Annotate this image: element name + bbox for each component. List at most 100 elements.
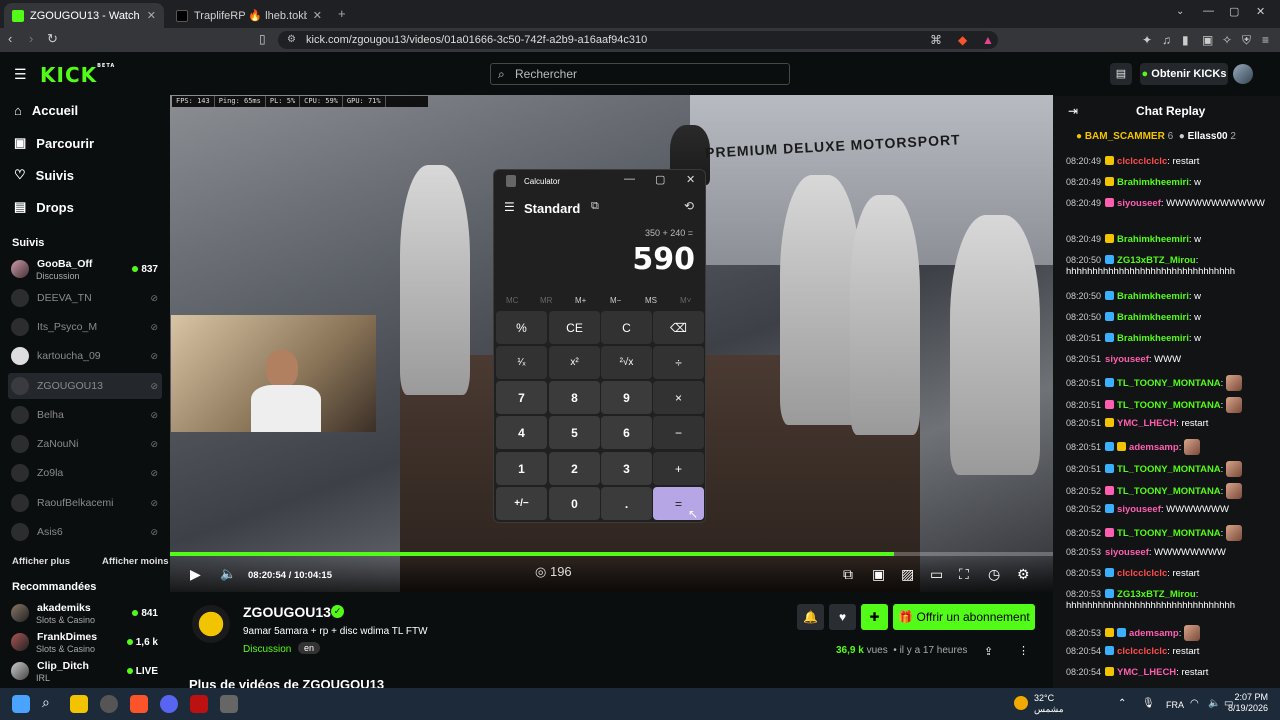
digit-1-key[interactable]: 1 (496, 452, 547, 485)
digit-7-key[interactable]: 7 (496, 381, 547, 414)
memory-add-button[interactable]: M+ (575, 296, 586, 305)
square-key[interactable]: x² (549, 346, 600, 379)
search-icon[interactable]: ⌕ (42, 694, 60, 712)
collapse-chat-icon[interactable]: ⇥ (1068, 104, 1078, 118)
theater-mode-icon[interactable]: ▭ (930, 566, 943, 583)
file-explorer-icon[interactable] (70, 695, 88, 713)
user-avatar[interactable] (1233, 64, 1253, 84)
backspace-key[interactable]: ⌫ (653, 311, 704, 344)
percent-key[interactable]: % (496, 311, 547, 344)
digit-2-key[interactable]: 2 (549, 452, 600, 485)
maximize-icon[interactable]: ▢ (1229, 5, 1239, 18)
followed-channel[interactable]: Zo9la ⊘ (8, 460, 162, 486)
square-root-key[interactable]: ²√x (601, 346, 652, 379)
followed-channel[interactable]: Asis6 ⊘ (8, 519, 162, 545)
decimal-key[interactable]: . (601, 487, 652, 520)
subscribe-button[interactable]: 🎁 Offrir un abonnement (893, 604, 1035, 630)
sidebar-item-accueil[interactable]: ⌂ Accueil (14, 103, 78, 118)
new-tab-button[interactable]: + (338, 6, 346, 21)
show-more-link[interactable]: Afficher plus (12, 556, 70, 567)
miniplayer-icon[interactable]: ⧉ (843, 566, 853, 583)
sidebar-item-suivis[interactable]: ♡ Suivis (14, 167, 74, 183)
language-tag[interactable]: en (298, 642, 321, 654)
clear-key[interactable]: C (601, 311, 652, 344)
search-input[interactable]: ⌕ Rechercher (490, 63, 790, 85)
translate-icon[interactable]: ⌘ (930, 33, 942, 47)
forward-icon[interactable]: › (29, 31, 33, 46)
clip-icon[interactable]: ▣ (872, 566, 885, 583)
library-icon[interactable]: ▤ (1110, 63, 1132, 85)
back-icon[interactable]: ‹ (8, 31, 12, 46)
tray-chevron-icon[interactable]: ⌃ (1118, 698, 1126, 709)
gift-sub-icon[interactable]: ✚ (861, 604, 888, 630)
show-less-link[interactable]: Afficher moins (102, 556, 169, 567)
extensions-icon[interactable]: ✦ (1142, 33, 1152, 47)
brave-icon[interactable] (130, 695, 148, 713)
memory-list-button[interactable]: M˅ (680, 296, 691, 305)
followed-channel[interactable]: kartoucha_09 ⊘ (8, 343, 162, 369)
reciprocal-key[interactable]: ¹⁄ₓ (496, 346, 547, 379)
calculator-window[interactable]: Calculator — ▢ ✕ ☰ Standard ⧉ ⟲ 350 + 24… (493, 169, 706, 523)
wallet-icon[interactable]: ▣ (1202, 33, 1213, 47)
hamburger-menu-icon[interactable]: ☰ (504, 200, 515, 214)
divide-key[interactable]: ÷ (653, 346, 704, 379)
weather-widget[interactable]: 32°C مشمس (1034, 693, 1064, 715)
share-icon[interactable]: ⇪ (984, 645, 993, 658)
category-link[interactable]: Discussion (243, 644, 291, 655)
tab-traplife[interactable]: TraplifeRP 🔥 lheb.tokbrisa #fivem #r ✕ (168, 3, 330, 28)
recommended-channel[interactable]: FrankDimes Slots & Casino 1,6 k (8, 629, 162, 655)
kick-logo[interactable]: KICKBETA (40, 63, 115, 87)
clear-entry-key[interactable]: CE (549, 311, 600, 344)
leo-icon[interactable]: ✧ (1222, 33, 1232, 47)
tab-search-icon[interactable]: ⌄ (1176, 6, 1184, 17)
screenshot-icon[interactable]: ▨ (901, 566, 914, 583)
vpn-icon[interactable]: ⛨ (1242, 33, 1251, 48)
add-key[interactable]: + (653, 452, 704, 485)
minimize-icon[interactable]: — (624, 173, 635, 185)
memory-clear-button[interactable]: MC (506, 296, 518, 305)
input-language[interactable]: FRA (1166, 700, 1184, 710)
digit-4-key[interactable]: 4 (496, 416, 547, 449)
hamburger-menu-icon[interactable]: ☰ (14, 66, 27, 83)
play-icon[interactable]: ▶ (190, 566, 201, 583)
channel-name[interactable]: ZGOUGOU13 (243, 604, 331, 620)
calculator-taskbar-icon[interactable] (220, 695, 238, 713)
followed-channel[interactable]: RaoufBelkacemi ⊘ (8, 490, 162, 516)
speed-icon[interactable]: ◷ (988, 566, 1000, 583)
chrome-icon[interactable] (100, 695, 118, 713)
multiply-key[interactable]: × (653, 381, 704, 414)
minimize-icon[interactable]: — (1203, 5, 1214, 17)
sidebar-item-parcourir[interactable]: ▣ Parcourir (14, 135, 94, 151)
brave-rewards-icon[interactable]: ▲ (982, 33, 994, 47)
subtract-key[interactable]: − (653, 416, 704, 449)
sidebar-item-drops[interactable]: ▤ Drops (14, 199, 74, 215)
menu-icon[interactable]: ≡ (1262, 33, 1269, 47)
system-clock[interactable]: 2:07 PM 8/19/2026 (1228, 692, 1268, 714)
recommended-channel[interactable]: Clip_Ditch IRL LIVE (8, 658, 162, 684)
followed-channel[interactable]: Its_Psyco_M ⊘ (8, 314, 162, 340)
followed-channel[interactable]: GooBa_Off Discussion 837 (8, 256, 162, 282)
negate-key[interactable]: +/− (496, 487, 547, 520)
brave-shields-icon[interactable]: ◆ (958, 33, 967, 47)
recommended-channel[interactable]: akademiks Slots & Casino 841 (8, 600, 162, 626)
followed-channel[interactable]: Belha ⊘ (8, 402, 162, 428)
followed-channel[interactable]: ZaNouNi ⊘ (8, 431, 162, 457)
media-icon[interactable]: ♫ (1162, 33, 1171, 47)
sidebar-toggle-icon[interactable]: ▮ (1182, 33, 1189, 47)
follow-heart-icon[interactable]: ♥ (829, 604, 856, 630)
tab-zgougou13[interactable]: ZGOUGOU13 - Watch the VOD o ✕ (4, 3, 164, 28)
memory-store-button[interactable]: MS (645, 296, 657, 305)
digit-3-key[interactable]: 3 (601, 452, 652, 485)
network-icon[interactable]: ◠ (1190, 698, 1199, 709)
channel-avatar[interactable] (192, 605, 230, 643)
close-tab-icon[interactable]: ✕ (313, 9, 322, 22)
digit-0-key[interactable]: 0 (549, 487, 600, 520)
memory-recall-button[interactable]: MR (540, 296, 552, 305)
microphone-icon[interactable]: 🎙 (1142, 698, 1155, 709)
memory-subtract-button[interactable]: M− (610, 296, 621, 305)
site-info-icon[interactable]: ⚙ (287, 31, 296, 49)
digit-5-key[interactable]: 5 (549, 416, 600, 449)
settings-gear-icon[interactable]: ⚙ (1017, 566, 1030, 583)
reload-icon[interactable]: ↻ (47, 31, 58, 47)
discord-icon[interactable] (160, 695, 178, 713)
